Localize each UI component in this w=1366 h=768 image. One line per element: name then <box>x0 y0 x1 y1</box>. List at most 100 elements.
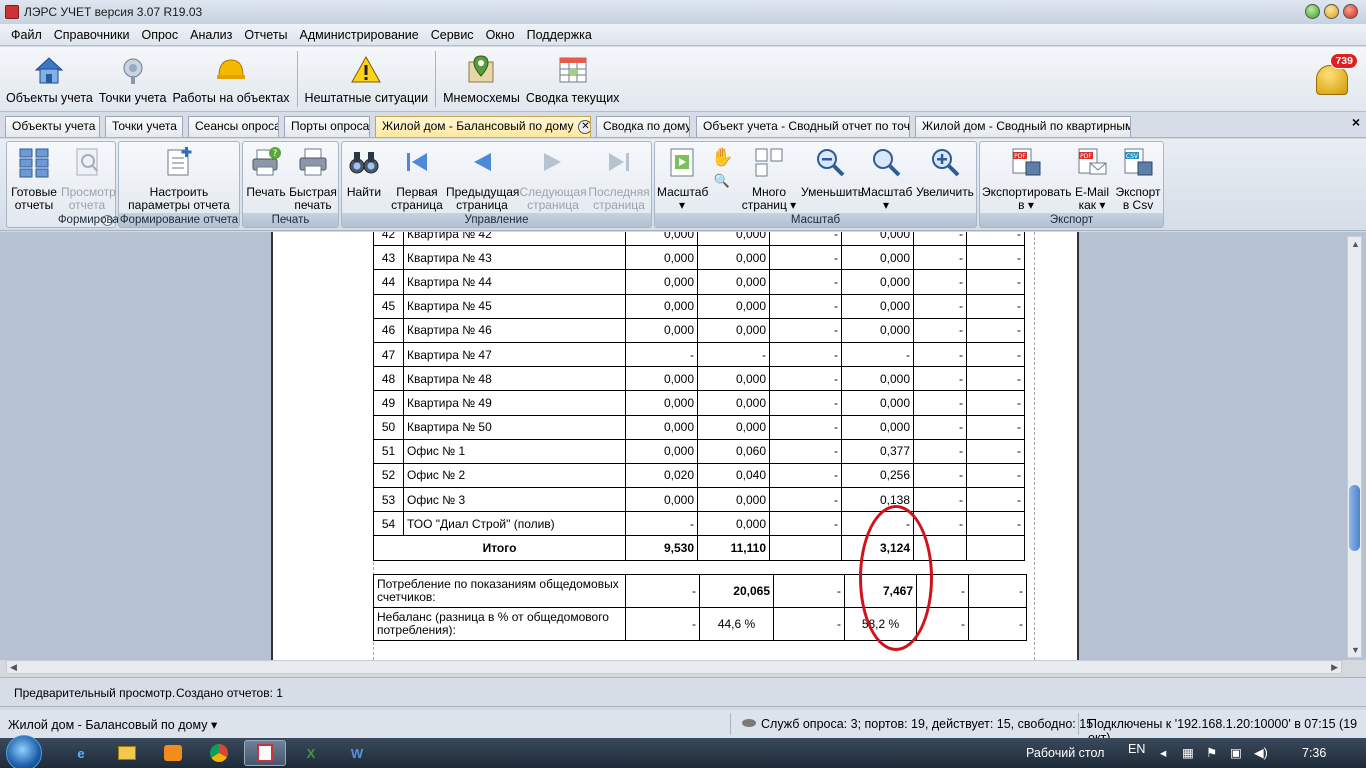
tab-objects[interactable]: Объекты учета <box>5 116 100 137</box>
network-icon[interactable]: ▣ <box>1230 738 1242 768</box>
app-icon <box>5 5 19 19</box>
app-status-bar: Жилой дом - Балансовый по дому ▾ Служб о… <box>0 710 1366 745</box>
ie-icon[interactable]: e <box>60 740 102 766</box>
table-row: 49 Квартира № 49 0,000 0,000-0,000- - <box>373 390 1025 416</box>
summary-button[interactable]: Сводка текущих <box>523 47 623 111</box>
last-page-button[interactable]: Последняя страница <box>588 146 650 212</box>
hand-tool-button[interactable]: ✋ 🔍 <box>711 146 733 187</box>
zoom-out-button[interactable]: Уменьшить <box>801 146 864 199</box>
desktop-toolbar[interactable]: Рабочий стол <box>1026 738 1104 768</box>
preview-status-text: Предварительный просмотр. <box>14 686 176 700</box>
configure-params-button[interactable]: Настроить параметры отчета <box>122 146 236 212</box>
menu-service[interactable]: Сервис <box>425 24 480 46</box>
works-button[interactable]: Работы на объектах <box>169 47 292 111</box>
lers-app-icon[interactable] <box>244 740 286 766</box>
word-icon[interactable]: W <box>336 740 378 766</box>
scroll-left-icon[interactable]: ◀ <box>10 662 17 673</box>
menu-file[interactable]: Файл <box>0 24 48 46</box>
many-pages-button[interactable]: Много страниц ▾ <box>739 146 799 212</box>
tab-sessions[interactable]: Сеансы опроса <box>188 116 279 137</box>
group-label-export: Экспорт <box>980 213 1163 227</box>
context-selector[interactable]: Жилой дом - Балансовый по дому ▾ <box>8 717 217 732</box>
vertical-scroll-thumb[interactable] <box>1349 485 1360 551</box>
menu-polling[interactable]: Опрос <box>135 24 184 46</box>
scale-button[interactable]: Масштаб ▾ <box>861 146 912 212</box>
tab-house-summary[interactable]: Сводка по дому <box>596 116 690 137</box>
email-as-button[interactable]: PDF E-Mail как ▾ <box>1072 146 1112 212</box>
report-page: 42 Квартира № 42 0,000 0,000 - 0,000 - -… <box>271 232 1079 660</box>
vertical-scrollbar[interactable]: ▲ ▼ <box>1347 236 1362 658</box>
main-toolbar: Объекты учета Точки учета Работы на объе… <box>0 47 1366 112</box>
emergency-button[interactable]: Нештатные ситуации <box>302 47 432 111</box>
group-label-scale: Масштаб <box>655 213 976 227</box>
pdf-export-icon: PDF <box>1012 148 1041 176</box>
table-row: 42 Квартира № 42 0,000 0,000 - 0,000 - - <box>373 232 1025 247</box>
excel-icon[interactable]: X <box>290 740 332 766</box>
minimize-button[interactable] <box>1305 4 1320 19</box>
objects-button[interactable]: Объекты учета <box>0 47 96 111</box>
svg-text:PDF: PDF <box>1014 153 1026 160</box>
zoom-in-button[interactable]: Увеличить <box>915 146 975 199</box>
menu-support[interactable]: Поддержка <box>521 24 598 46</box>
menu-reports[interactable]: Отчеты <box>238 24 293 46</box>
notifications-bell[interactable]: 739 <box>1314 53 1358 101</box>
prev-page-button[interactable]: Предыдущая страница <box>446 146 519 212</box>
next-page-button[interactable]: Следующая страница <box>518 146 588 212</box>
scale-dropdown-button[interactable]: Масштаб ▾ <box>657 146 708 212</box>
close-button[interactable] <box>1343 4 1358 19</box>
first-page-icon <box>407 153 427 171</box>
volume-icon[interactable]: ◀) <box>1254 738 1268 768</box>
export-to-button[interactable]: PDF Экспортировать в ▾ <box>982 146 1072 212</box>
action-center-flag-icon[interactable]: ⚑ <box>1206 738 1217 768</box>
services-status: Служб опроса: 3; портов: 19, действует: … <box>761 717 1094 731</box>
close-all-tabs-icon[interactable]: × <box>1352 114 1360 130</box>
tray-expand-icon[interactable]: ◂ <box>1160 738 1166 768</box>
many-pages-icon <box>755 148 783 177</box>
explorer-icon[interactable] <box>106 740 148 766</box>
scroll-up-icon[interactable]: ▲ <box>1351 239 1360 249</box>
page-scale-icon <box>670 148 694 177</box>
points-button[interactable]: Точки учета <box>96 47 170 111</box>
tab-balance-report-label: Жилой дом - Балансовый по дому <box>382 119 574 133</box>
ready-reports-button[interactable]: Готовые отчеты <box>10 146 58 212</box>
quick-print-button[interactable]: Быстрая печать <box>289 146 337 212</box>
tab-ports[interactable]: Порты опроса <box>284 116 370 137</box>
window-title: ЛЭРС УЧЕТ версия 3.07 R19.03 <box>24 5 203 19</box>
preview-status-bar: Предварительный просмотр. Создано отчето… <box>0 677 1366 707</box>
media-player-icon[interactable] <box>152 740 194 766</box>
mnemo-button[interactable]: Мнемосхемы <box>440 47 523 111</box>
tray-app-icon[interactable]: ▦ <box>1182 738 1194 768</box>
tab-object-summary[interactable]: Объект учета - Сводный отчет по точк <box>696 116 910 137</box>
horizontal-scrollbar[interactable]: ◀ ▶ <box>6 660 1342 674</box>
tab-points[interactable]: Точки учета <box>105 116 183 137</box>
export-csv-button[interactable]: CSV Экспорт в Csv <box>1114 146 1162 212</box>
clock[interactable]: 7:36 <box>1302 738 1326 768</box>
first-page-button[interactable]: Первая страница <box>388 146 446 212</box>
report-table: 42 Квартира № 42 0,000 0,000 - 0,000 - -… <box>373 232 1025 561</box>
zoom-out-icon <box>817 149 845 177</box>
menu-administration[interactable]: Администрирование <box>294 24 425 46</box>
table-row: 54 ТОО "Диал Строй" (полив) -0,000- - - - <box>373 511 1025 537</box>
scroll-right-icon[interactable]: ▶ <box>1331 662 1338 673</box>
tab-balance-report[interactable]: Жилой дом - Балансовый по дому ✕ <box>375 116 591 137</box>
menu-directories[interactable]: Справочники <box>48 24 136 46</box>
table-row: 46 Квартира № 46 0,000 0,000-0,000- - <box>373 317 1025 343</box>
table-row: 53 Офис № 3 0,000 0,000-0,138- - <box>373 487 1025 513</box>
chrome-icon[interactable] <box>198 740 240 766</box>
start-button[interactable] <box>6 735 42 768</box>
find-button[interactable]: Найти <box>344 146 384 199</box>
tab-close-icon[interactable]: ✕ <box>578 119 590 134</box>
menu-analysis[interactable]: Анализ <box>184 24 238 46</box>
reports-created-text: Создано отчетов: 1 <box>176 686 283 700</box>
magnifier-small-icon: 🔍 <box>713 173 731 188</box>
preview-report-button[interactable]: Просмотр отчета <box>61 146 116 212</box>
language-indicator[interactable]: EN <box>1128 734 1145 764</box>
menu-window[interactable]: Окно <box>480 24 521 46</box>
house-icon <box>35 57 64 84</box>
map-pin-icon <box>468 55 494 83</box>
maximize-button[interactable] <box>1324 4 1339 19</box>
tab-apartment-summary[interactable]: Жилой дом - Сводный по квартирным т <box>915 116 1131 137</box>
print-button[interactable]: ? Печать <box>245 146 287 199</box>
table-row: 48 Квартира № 48 0,000 0,000-0,000- - <box>373 366 1025 392</box>
scroll-down-icon[interactable]: ▼ <box>1351 645 1360 655</box>
